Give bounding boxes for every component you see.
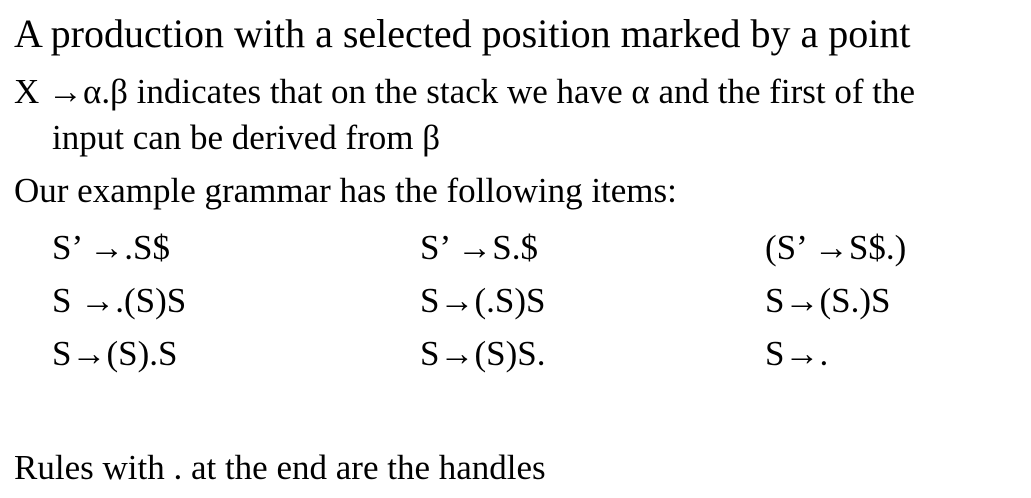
- item: S →.(S)S: [52, 281, 187, 320]
- items-row-1: S’ →.S$ S’ →S.$ (S’ →S$.): [52, 230, 1012, 283]
- definition-line-2: input can be derived from β: [52, 118, 441, 157]
- item: S→.: [765, 334, 829, 373]
- item: S→(S.)S: [765, 281, 891, 320]
- definition-line-1: X →α.β indicates that on the stack we ha…: [14, 72, 916, 111]
- item: S’ →S.$: [420, 228, 538, 267]
- items-row-3: S→(S).S S→(S)S. S→.: [52, 336, 1012, 389]
- slide-title: A production with a selected position ma…: [14, 11, 911, 56]
- item: S→(S).S: [52, 334, 178, 373]
- item: (S’ →S$.): [765, 228, 907, 267]
- items-intro: Our example grammar has the following it…: [14, 171, 677, 210]
- item: S→(.S)S: [420, 281, 546, 320]
- slide: A production with a selected position ma…: [0, 0, 1031, 498]
- handles-note: Rules with . at the end are the handles: [14, 448, 546, 487]
- items-row-2: S →.(S)S S→(.S)S S→(S.)S: [52, 283, 1012, 336]
- item: S’ →.S$: [52, 228, 170, 267]
- item: S→(S)S.: [420, 334, 546, 373]
- items-grid: S’ →.S$ S’ →S.$ (S’ →S$.) S →.(S)S S→(.S…: [52, 230, 1012, 389]
